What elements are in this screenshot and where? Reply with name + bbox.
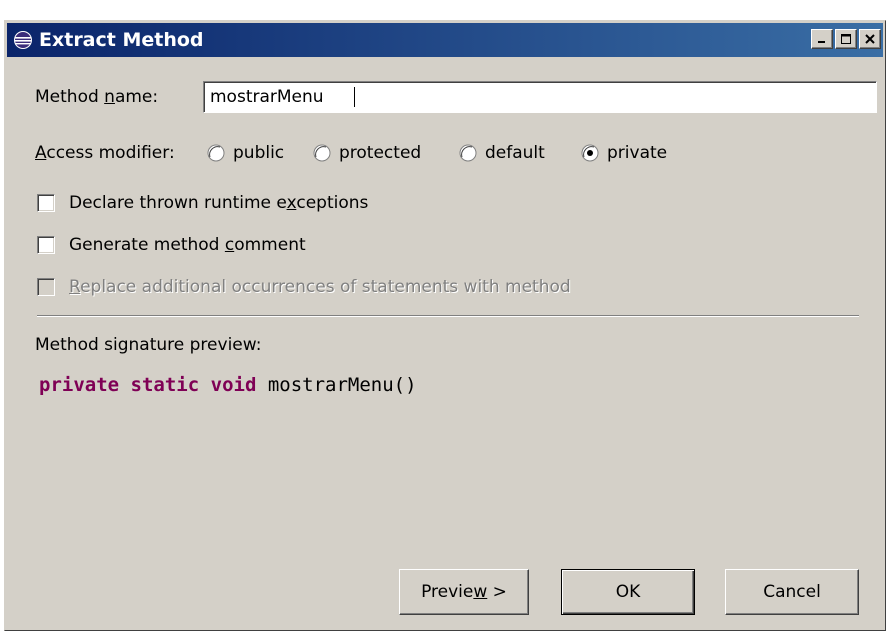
radio-label: default (485, 143, 545, 163)
preview-button-label: > (487, 582, 507, 602)
radio-private[interactable]: private (581, 143, 667, 163)
maximize-icon (841, 34, 851, 44)
keyword-private: private (39, 374, 120, 396)
access-modifier-label: Access modifier: (35, 143, 175, 163)
radio-selected-icon (581, 144, 599, 162)
checkbox-label-part: omment (234, 235, 306, 255)
title-bar[interactable]: Extract Method (7, 23, 883, 57)
checkbox-icon (37, 236, 55, 254)
radio-public[interactable]: public (207, 143, 284, 163)
method-name-label-part: Method (35, 87, 105, 107)
cancel-button[interactable]: Cancel (725, 569, 859, 615)
checkbox-label-part: Generate method (69, 235, 225, 255)
generate-comment-checkbox[interactable]: Generate method comment (37, 235, 306, 255)
radio-unselected-icon (313, 144, 331, 162)
ok-button[interactable]: OK (561, 569, 695, 615)
window-title: Extract Method (39, 29, 204, 51)
text-caret (354, 87, 355, 107)
close-button[interactable] (859, 29, 881, 49)
method-name-label-mnemonic: n (104, 87, 115, 107)
checkbox-label-mnemonic: c (224, 235, 235, 255)
separator (37, 315, 859, 317)
checkbox-label: Declare thrown runtime exceptions (69, 193, 368, 213)
checkbox-icon (37, 194, 55, 212)
preview-button-mnemonic: w (473, 582, 488, 602)
radio-label: protected (339, 143, 422, 163)
minimize-button[interactable] (811, 29, 833, 49)
extract-method-dialog: Extract Method Method name: Access modif… (4, 20, 886, 631)
method-name-input[interactable] (203, 81, 877, 113)
checkbox-label-mnemonic: R (69, 277, 81, 297)
radio-default[interactable]: default (459, 143, 545, 163)
access-modifier-label-mnemonic: A (35, 143, 47, 163)
preview-button-label: Previe (421, 582, 474, 602)
radio-unselected-icon (459, 144, 477, 162)
preview-button[interactable]: Previe w > (399, 569, 529, 615)
minimize-icon (818, 41, 825, 43)
replace-occurrences-checkbox: Replace additional occurrences of statem… (37, 277, 571, 297)
declare-exceptions-checkbox[interactable]: Declare thrown runtime exceptions (37, 193, 368, 213)
checkbox-label-mnemonic: x (286, 193, 297, 213)
eclipse-icon (14, 31, 32, 49)
access-modifier-label-part: ccess modifier: (46, 143, 175, 163)
radio-protected[interactable]: protected (313, 143, 421, 163)
radio-label: public (233, 143, 285, 163)
checkbox-disabled-icon (37, 278, 55, 296)
keyword-void: void (210, 374, 257, 396)
signature-method: mostrarMenu() (267, 374, 417, 396)
signature-preview-code: private static void mostrarMenu() (39, 373, 417, 397)
signature-preview-label: Method signature preview: (35, 335, 262, 355)
checkbox-label: Generate method comment (69, 235, 306, 255)
method-name-label-part: ame: (114, 87, 159, 107)
checkbox-label-part: Declare thrown runtime e (69, 193, 287, 213)
close-icon (865, 34, 875, 44)
maximize-button[interactable] (835, 29, 857, 49)
radio-unselected-icon (207, 144, 225, 162)
checkbox-label-part: ceptions (296, 193, 369, 213)
radio-label: private (607, 143, 668, 163)
method-name-label: Method name: (35, 87, 158, 107)
checkbox-label: Replace additional occurrences of statem… (69, 277, 571, 297)
checkbox-label-part: eplace additional occurrences of stateme… (80, 277, 571, 297)
keyword-static: static (130, 374, 200, 396)
